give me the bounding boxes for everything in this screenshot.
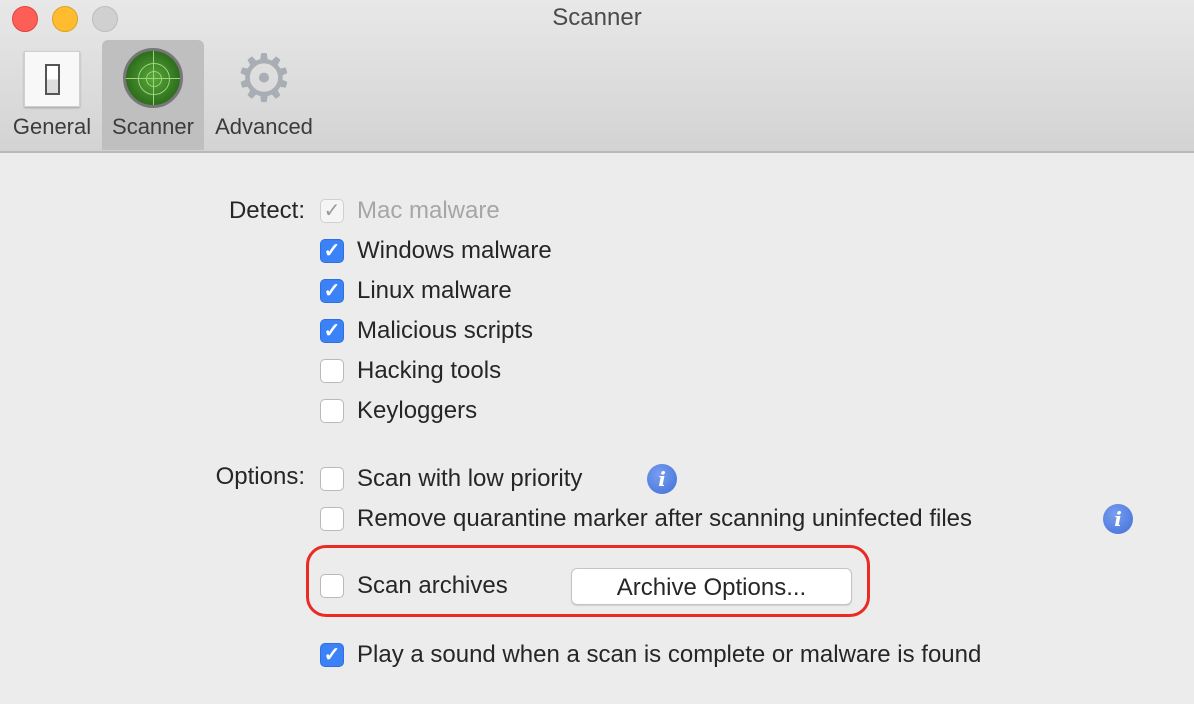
window-titlebar: Scanner General Scanner ⚙ Advanced: [0, 0, 1194, 153]
checkbox-keyloggers[interactable]: [320, 399, 344, 423]
checkbox-mac-malware: ✓: [320, 199, 344, 223]
options-label: Options:: [215, 463, 305, 490]
radar-icon: [121, 46, 185, 110]
label-hacking-tools[interactable]: Hacking tools: [357, 357, 501, 385]
detect-label: Detect:: [228, 197, 305, 224]
window-title: Scanner: [552, 4, 642, 31]
label-keyloggers[interactable]: Keyloggers: [357, 397, 477, 425]
tab-advanced[interactable]: ⚙ Advanced: [208, 40, 320, 150]
gear-icon: ⚙: [234, 41, 294, 115]
label-play-sound[interactable]: Play a sound when a scan is complete or …: [357, 641, 981, 669]
checkbox-play-sound[interactable]: ✓: [320, 643, 344, 667]
label-windows-malware[interactable]: Windows malware: [357, 237, 552, 265]
checkbox-windows-malware[interactable]: ✓: [320, 239, 344, 263]
checkbox-remove-quarantine[interactable]: [320, 507, 344, 531]
check-icon: ✓: [323, 320, 341, 342]
label-low-priority[interactable]: Scan with low priority: [357, 465, 582, 493]
tab-scanner[interactable]: Scanner: [102, 40, 204, 150]
tab-general[interactable]: General: [6, 40, 98, 150]
tab-scanner-label: Scanner: [112, 114, 194, 139]
archive-options-button[interactable]: Archive Options...: [571, 568, 852, 605]
check-icon: ✓: [323, 280, 341, 302]
checkbox-malicious-scripts[interactable]: ✓: [320, 319, 344, 343]
check-icon: ✓: [323, 644, 341, 666]
label-malicious-scripts[interactable]: Malicious scripts: [357, 317, 533, 345]
tab-advanced-label: Advanced: [215, 114, 313, 139]
info-icon-remove-quarantine[interactable]: i: [1103, 504, 1133, 534]
check-icon: ✓: [323, 200, 341, 222]
checkbox-hacking-tools[interactable]: [320, 359, 344, 383]
light-switch-icon: [20, 46, 84, 110]
checkbox-scan-archives[interactable]: [320, 574, 344, 598]
checkbox-low-priority[interactable]: [320, 467, 344, 491]
check-icon: ✓: [323, 240, 341, 262]
tab-general-label: General: [12, 114, 92, 139]
checkbox-linux-malware[interactable]: ✓: [320, 279, 344, 303]
label-mac-malware: Mac malware: [357, 197, 500, 224]
label-remove-quarantine[interactable]: Remove quarantine marker after scanning …: [357, 505, 972, 533]
label-linux-malware[interactable]: Linux malware: [357, 277, 512, 305]
info-icon-low-priority[interactable]: i: [647, 464, 677, 494]
label-scan-archives[interactable]: Scan archives: [357, 572, 508, 600]
